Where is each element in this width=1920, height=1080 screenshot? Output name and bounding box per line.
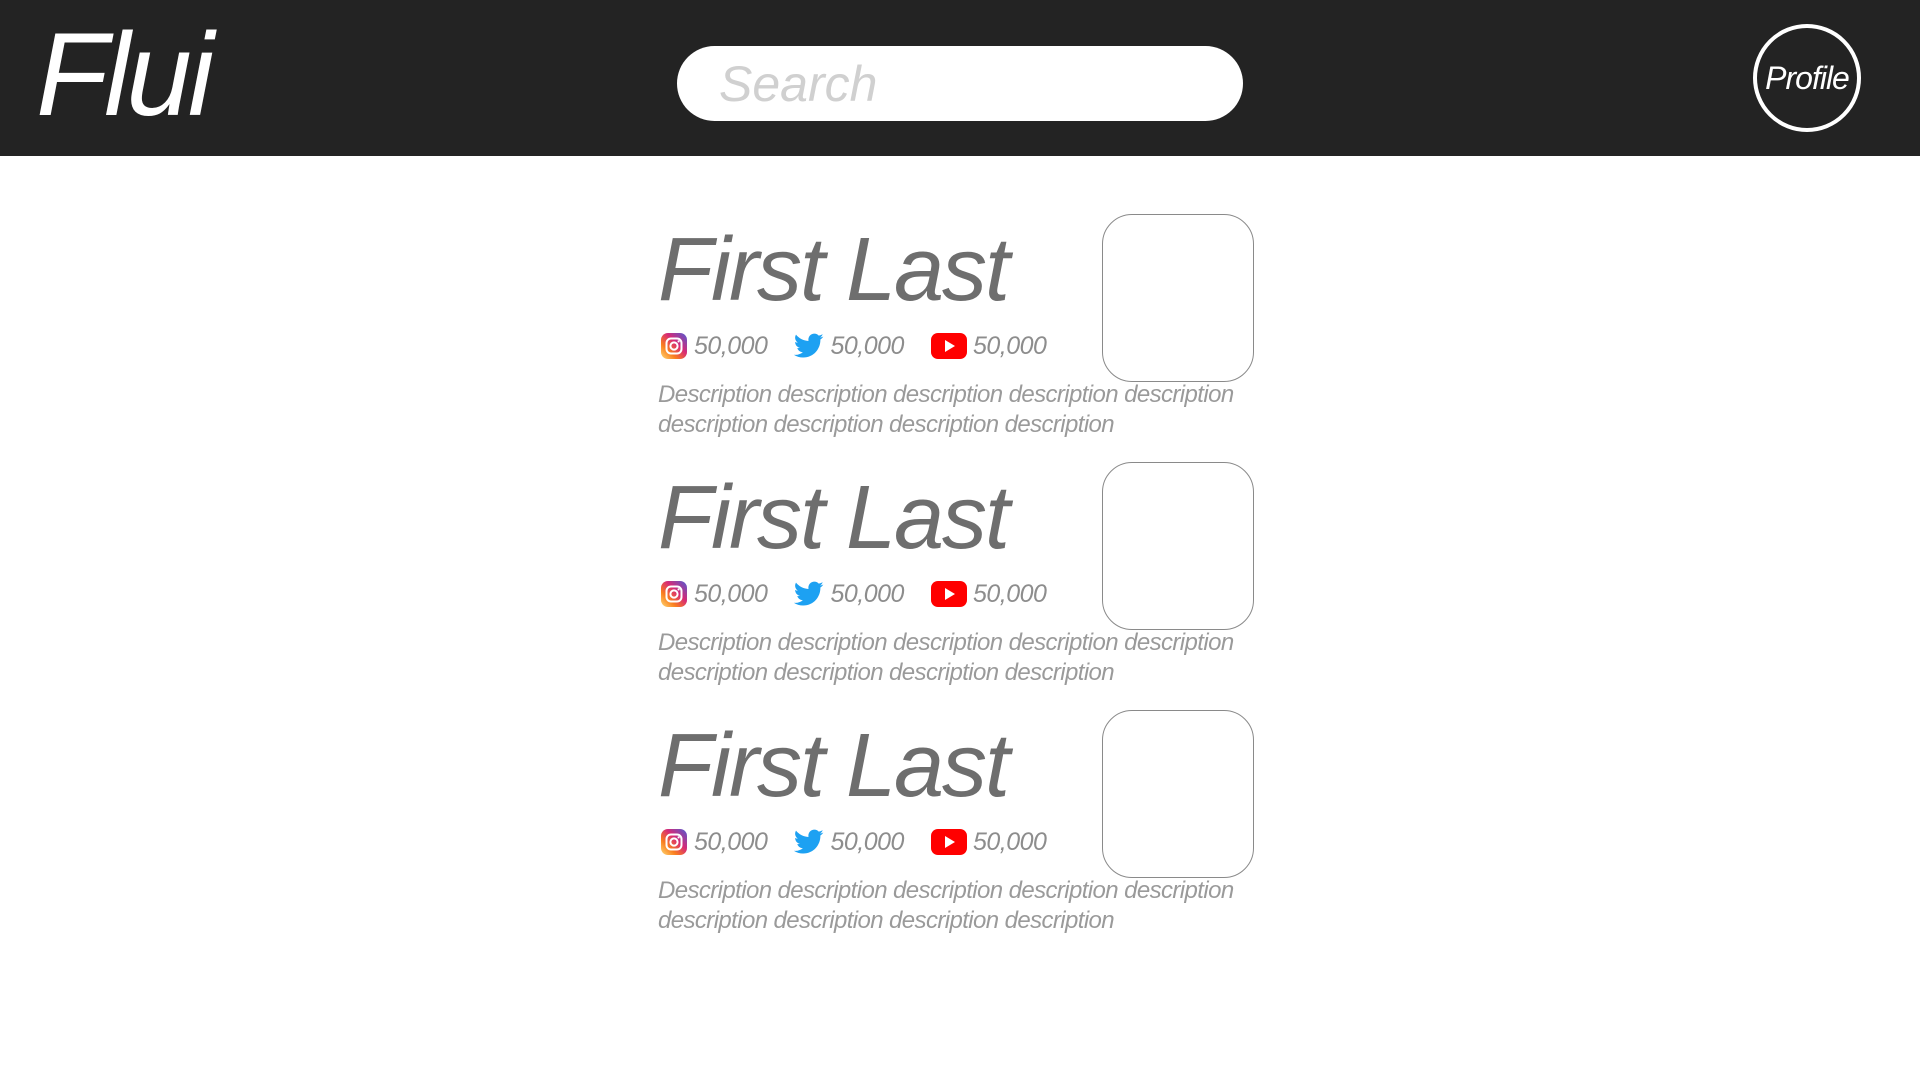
youtube-stat: 50,000 bbox=[930, 827, 1047, 857]
profile-button[interactable]: Profile bbox=[1753, 24, 1861, 132]
instagram-icon bbox=[660, 828, 688, 856]
youtube-count: 50,000 bbox=[972, 331, 1047, 360]
avatar-placeholder[interactable] bbox=[1102, 462, 1254, 630]
card-name: First Last bbox=[658, 468, 1010, 568]
twitter-count: 50,000 bbox=[830, 827, 904, 856]
search-input[interactable] bbox=[677, 46, 1243, 121]
instagram-stat: 50,000 bbox=[660, 331, 768, 361]
twitter-icon bbox=[794, 333, 824, 359]
card-description: Description description description desc… bbox=[658, 629, 1234, 686]
influencer-card[interactable]: First Last 50,000 50,000 50,000 Descript… bbox=[656, 710, 1256, 950]
stats-row: 50,000 50,000 50,000 bbox=[660, 826, 1073, 858]
card-name: First Last bbox=[658, 716, 1010, 816]
card-name: First Last bbox=[658, 220, 1010, 320]
influencer-card[interactable]: First Last 50,000 50,000 50,000 Descript… bbox=[656, 214, 1256, 454]
twitter-icon bbox=[794, 829, 824, 855]
twitter-count: 50,000 bbox=[830, 331, 904, 360]
youtube-icon bbox=[930, 581, 967, 607]
stats-row: 50,000 50,000 50,000 bbox=[660, 578, 1073, 610]
youtube-icon bbox=[930, 829, 967, 855]
twitter-stat: 50,000 bbox=[794, 331, 904, 361]
instagram-icon bbox=[660, 580, 688, 608]
avatar-placeholder[interactable] bbox=[1102, 214, 1254, 382]
top-bar: Flui Profile bbox=[0, 0, 1920, 156]
avatar-placeholder[interactable] bbox=[1102, 710, 1254, 878]
instagram-stat: 50,000 bbox=[660, 579, 768, 609]
instagram-count: 50,000 bbox=[694, 579, 768, 608]
youtube-count: 50,000 bbox=[972, 827, 1047, 856]
twitter-icon bbox=[794, 581, 824, 607]
card-description: Description description description desc… bbox=[658, 381, 1234, 438]
twitter-stat: 50,000 bbox=[794, 579, 904, 609]
app-logo[interactable]: Flui bbox=[36, 10, 214, 140]
twitter-count: 50,000 bbox=[830, 579, 904, 608]
influencer-card[interactable]: First Last 50,000 50,000 50,000 Descript… bbox=[656, 462, 1256, 702]
instagram-icon bbox=[660, 332, 688, 360]
youtube-stat: 50,000 bbox=[930, 331, 1047, 361]
youtube-count: 50,000 bbox=[972, 579, 1047, 608]
youtube-stat: 50,000 bbox=[930, 579, 1047, 609]
instagram-stat: 50,000 bbox=[660, 827, 768, 857]
card-description: Description description description desc… bbox=[658, 877, 1234, 934]
instagram-count: 50,000 bbox=[694, 331, 768, 360]
twitter-stat: 50,000 bbox=[794, 827, 904, 857]
stats-row: 50,000 50,000 50,000 bbox=[660, 330, 1073, 362]
instagram-count: 50,000 bbox=[694, 827, 768, 856]
youtube-icon bbox=[930, 333, 967, 359]
